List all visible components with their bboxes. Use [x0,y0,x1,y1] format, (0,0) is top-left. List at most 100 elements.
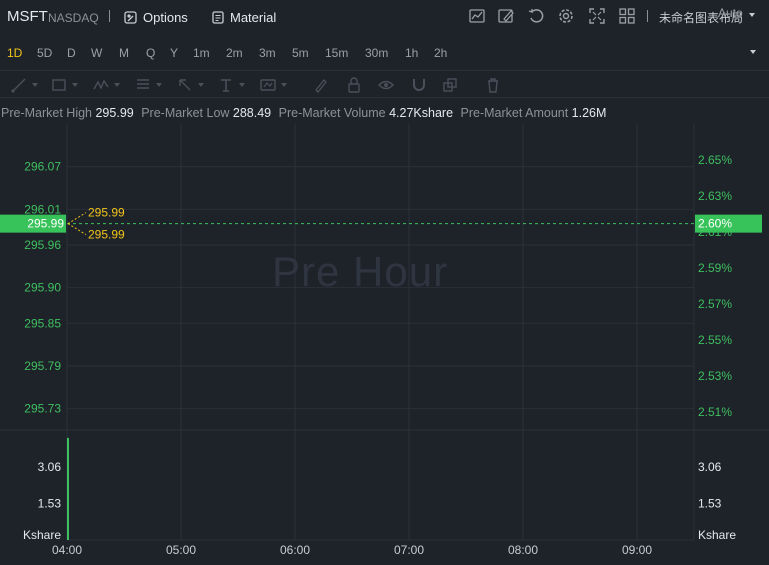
settings-icon[interactable] [557,7,575,25]
period-5m[interactable]: 5m [292,46,309,60]
period-1m[interactable]: 1m [193,46,210,60]
volume-tick-label: 1.53 [38,496,62,510]
arrow-tool-chevron-icon[interactable] [198,83,204,87]
header-divider [109,10,110,22]
stat-label: Pre-Market Amount [460,106,572,120]
price-tick-label: 295.96 [24,238,61,252]
material-label: Material [230,9,277,25]
volume-tick-label-right: 3.06 [698,460,722,474]
layers-icon[interactable] [441,76,459,94]
text-tool-icon[interactable] [217,76,235,94]
price-tick-label: 295.79 [24,359,61,373]
chart-header: MSFT NASDAQ Options Material 未命名图表布局 [0,0,769,34]
high-marker-leader [67,212,87,225]
stat-label: Pre-Market Low [141,106,233,120]
drawing-toolbar [0,70,769,98]
rect-tool-icon[interactable] [50,76,68,94]
price-tick-label: 295.90 [24,281,61,295]
x-tick-label: 05:00 [166,543,196,557]
stat-value: 4.27Kshare [389,106,454,120]
percent-tick-label: 2.51% [698,405,732,419]
period-2m[interactable]: 2m [226,46,243,60]
low-marker-label: 295.99 [88,228,125,242]
percent-tick-label: 2.65% [698,153,732,167]
wave-tool-icon[interactable] [92,76,110,94]
measure-tool-icon[interactable] [259,76,277,94]
price-chart[interactable]: 04:00 05:00 06:00 07:00 08:00 09:00 296.07 296.… [0,124,769,565]
x-tick-label: 07:00 [394,543,424,557]
period-d[interactable]: D [67,46,76,60]
lock-icon[interactable] [345,76,363,94]
period-30m[interactable]: 30m [365,46,388,60]
arrow-tool-icon[interactable] [176,76,194,94]
period-q[interactable]: Q [146,46,155,60]
period-y[interactable]: Y [170,46,178,60]
volume-unit-label-right: Kshare [698,528,736,542]
scale-chevron-down-icon[interactable] [750,50,756,54]
period-selector: 1D 5D D W M Q Y 1m 2m 3m 5m 15m 30m 1h 2h [0,40,769,66]
percent-tick-label: 2.53% [698,369,732,383]
period-w[interactable]: W [91,46,102,60]
period-3m[interactable]: 3m [259,46,276,60]
volume-tick-label: 3.06 [38,460,62,474]
period-1h[interactable]: 1h [405,46,418,60]
period-15m[interactable]: 15m [325,46,348,60]
percent-tick-label: 2.55% [698,333,732,347]
wave-tool-chevron-icon[interactable] [114,83,120,87]
volume-bar [67,437,69,540]
pre-market-stats: Pre-Market High 295.99 Pre-Market Low 28… [1,106,610,120]
options-label: Options [143,9,188,25]
x-tick-label: 08:00 [508,543,538,557]
percent-tick-label: 2.59% [698,261,732,275]
period-2h[interactable]: 2h [434,46,447,60]
fib-tool-chevron-icon[interactable] [156,83,162,87]
period-5d[interactable]: 5D [37,46,52,60]
line-tool-chevron-icon[interactable] [32,83,38,87]
magnet-icon[interactable] [410,76,428,94]
low-marker-leader [67,223,87,236]
chart-app: MSFT NASDAQ Options Material 未命名图表布局 1D 5… [0,0,769,565]
stat-value: 1.26M [571,106,607,120]
eye-icon[interactable] [377,76,395,94]
symbol-name[interactable]: MSFT [7,8,48,25]
scale-mode-dropdown[interactable]: Auto [718,6,743,20]
price-tick-label: 295.85 [24,316,61,330]
stat-label: Pre-Market Volume [278,106,390,120]
measure-tool-chevron-icon[interactable] [281,83,287,87]
percent-tick-label: 2.57% [698,297,732,311]
trash-icon[interactable] [484,76,502,94]
exchange-name: NASDAQ [48,11,99,25]
chevron-down-icon[interactable] [749,13,755,17]
period-m[interactable]: M [119,46,129,60]
percent-tick-label: 2.63% [698,189,732,203]
options-button[interactable]: Options [124,8,188,26]
line-tool-icon[interactable] [10,76,28,94]
price-tick-label: 296.01 [24,202,61,216]
stat-value: 288.49 [232,106,272,120]
material-button[interactable]: Material [212,8,276,26]
fullscreen-icon[interactable] [588,7,606,25]
high-marker-label: 295.99 [88,206,125,220]
draw-icon[interactable] [497,7,515,25]
undo-icon[interactable] [527,7,545,25]
fib-tool-icon[interactable] [134,76,152,94]
options-icon [124,10,137,24]
x-tick-label: 06:00 [280,543,310,557]
grid-layout-icon[interactable] [618,7,636,25]
x-tick-label: 04:00 [52,543,82,557]
material-icon [212,10,224,24]
brush-icon[interactable] [312,76,330,94]
session-watermark: Pre Hour [272,248,449,295]
chart-icon[interactable] [468,7,486,25]
text-tool-chevron-icon[interactable] [239,83,245,87]
price-tick-label: 295.73 [24,402,61,416]
stat-value: 295.99 [95,106,134,120]
current-price-label: 295.99 [27,217,64,231]
price-tick-label: 296.07 [24,160,61,174]
stat-label: Pre-Market High [1,106,96,120]
rect-tool-chevron-icon[interactable] [72,83,78,87]
x-tick-label: 09:00 [622,543,652,557]
header-divider-2 [647,10,648,22]
period-1d[interactable]: 1D [7,46,22,60]
current-percent-label: 2.60% [698,217,732,231]
